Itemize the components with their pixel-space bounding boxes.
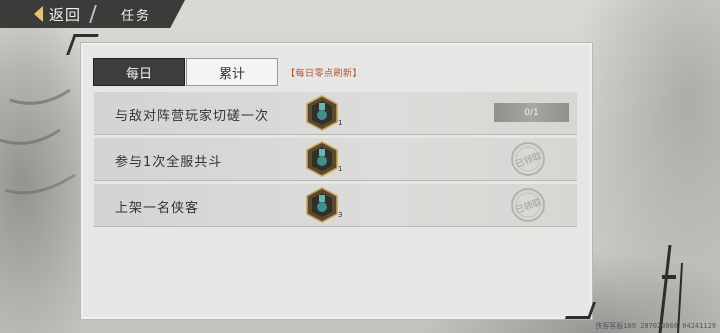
tab-cumulative[interactable]: 累计 (186, 58, 278, 86)
tab-daily[interactable]: 每日 (93, 58, 185, 86)
back-label: 返回 (49, 5, 82, 24)
task-name: 参与1次全服共斗 (115, 155, 223, 170)
page-title: 任务 (121, 9, 152, 24)
reward-count: 1 (338, 165, 343, 173)
task-row: 上架一名侠客 3 已领取 (94, 184, 577, 227)
claimed-stamp-icon: 已领取 (511, 142, 545, 176)
reward-token-icon[interactable] (304, 141, 340, 177)
claimed-stamp-icon: 已领取 (511, 188, 545, 222)
back-arrow-icon (34, 6, 43, 22)
back-button[interactable]: 返回 (34, 3, 81, 25)
reward-token-icon[interactable] (304, 95, 340, 131)
progress-indicator: 0/1 (494, 103, 569, 122)
task-name: 上架一名侠客 (115, 201, 200, 216)
task-name: 与敌对阵营玩家切磋一次 (115, 109, 270, 124)
task-row: 参与1次全服共斗 1 已领取 (94, 138, 577, 181)
refresh-note: 【每日零点刷新】 (286, 69, 363, 79)
reward-token-icon[interactable] (304, 187, 340, 223)
footer-text: 侠客客服109 287020860 04241129 (595, 322, 716, 330)
reward-count: 3 (338, 211, 343, 219)
reward-count: 1 (338, 119, 343, 127)
task-row: 与敌对阵营玩家切磋一次 1 0/1 (94, 92, 577, 135)
swords-decoration (658, 245, 683, 333)
